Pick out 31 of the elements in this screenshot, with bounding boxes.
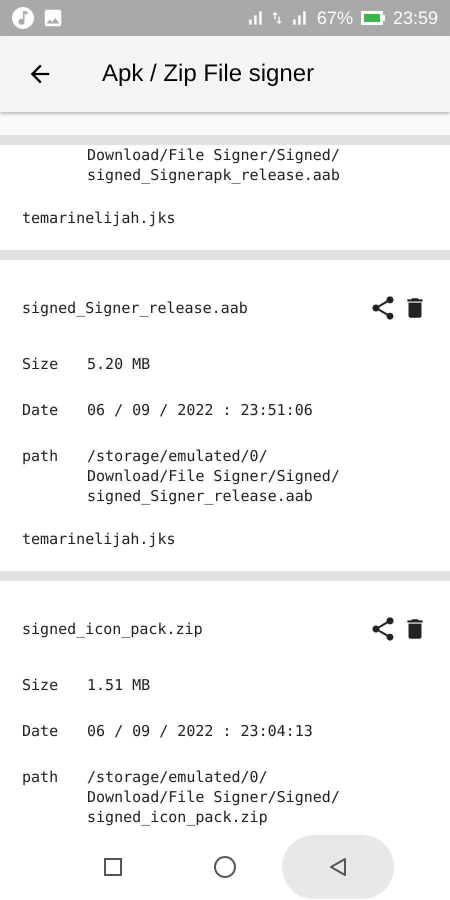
clock: 23:59 xyxy=(392,6,438,30)
home-button[interactable] xyxy=(214,856,236,878)
detail-value: /storage/emulated/0/ xyxy=(87,446,269,466)
battery-icon xyxy=(360,11,385,25)
detail-label: Date xyxy=(22,721,60,741)
keystore-name: temarinelijah.jks xyxy=(22,529,177,549)
detail-value: 5.20 MB xyxy=(87,354,150,374)
detail-value: signed_Signer_release.aab xyxy=(87,486,314,506)
music-icon xyxy=(12,7,34,29)
detail-value: Download/File Signer/Signed/ xyxy=(87,787,340,807)
detail-label: path xyxy=(22,767,60,788)
recents-button[interactable] xyxy=(104,858,122,876)
detail-value: /storage/emulated/0/ xyxy=(87,767,269,787)
detail-value: signed_Signerapk_release.aab xyxy=(87,165,340,185)
detail-value: 1.51 MB xyxy=(87,675,150,695)
detail-label: Date xyxy=(22,400,60,420)
detail-label: Size xyxy=(22,354,60,374)
app-title: Apk / Zip File signer xyxy=(102,59,314,89)
detail-value: Download/File Signer/Signed/ xyxy=(87,466,340,486)
battery-percent: 67% xyxy=(316,6,353,30)
image-icon xyxy=(42,7,64,29)
detail-value: signed_icon_pack.zip xyxy=(87,807,269,827)
file-name: signed_icon_pack.zip xyxy=(22,619,203,639)
keystore-name: temarinelijah.jks xyxy=(22,208,177,228)
detail-value: 06 / 09 / 2022 : 23:51:06 xyxy=(87,400,313,420)
detail-label: path xyxy=(22,446,60,467)
detail-value: Download/File Signer/Signed/ xyxy=(87,145,340,165)
detail-label: Size xyxy=(22,675,60,695)
file-name: signed_Signer_release.aab xyxy=(22,298,248,318)
detail-value: 06 / 09 / 2022 : 23:04:13 xyxy=(87,721,313,741)
back-triangle-icon xyxy=(329,857,347,877)
